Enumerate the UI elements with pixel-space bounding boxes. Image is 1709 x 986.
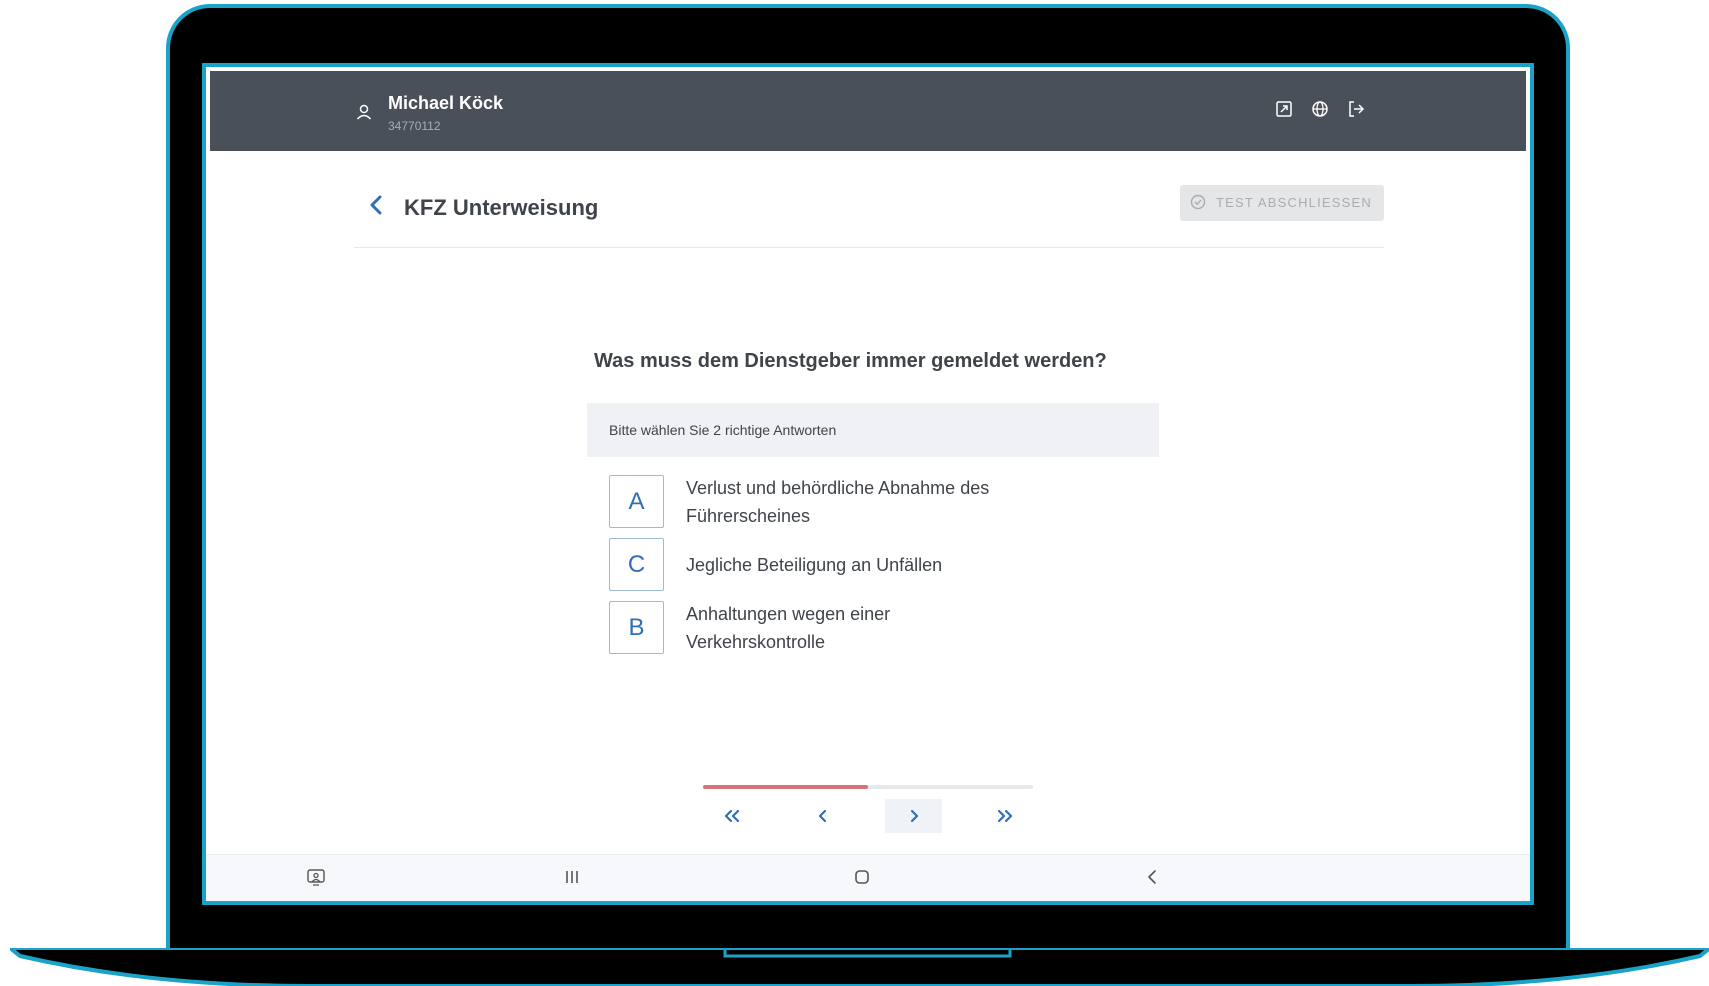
question-text: Was muss dem Dienstgeber immer gemeldet …	[594, 350, 1107, 372]
answer-text: Verlust und behördliche Abnahme des Führ…	[686, 477, 990, 526]
answer-hint: Bitte wählen Sie 2 richtige Antworten	[587, 403, 1159, 457]
top-bar: Michael Köck 34770112	[210, 71, 1526, 151]
answer-letter: C	[609, 538, 664, 591]
next-icon	[910, 809, 918, 823]
laptop-base	[10, 948, 1709, 986]
logout-icon[interactable]	[1346, 99, 1366, 119]
home-icon[interactable]	[852, 867, 872, 887]
tablet-screen: Michael Köck 34770112 KFZ Unterweisung T…	[202, 63, 1534, 905]
page-title: KFZ Unterweisung	[404, 195, 599, 220]
first-question-button[interactable]	[703, 799, 760, 833]
question-navigation	[703, 799, 1033, 839]
finish-test-button[interactable]: TEST ABSCHLIESSEN	[1180, 185, 1384, 221]
expand-icon[interactable]	[1274, 99, 1294, 119]
user-icon	[356, 104, 372, 120]
answer-text: Anhaltungen wegen einer Verkehrskontroll…	[686, 603, 891, 652]
next-question-button[interactable]	[885, 799, 942, 833]
answer-letter: A	[609, 475, 664, 528]
previous-question-button[interactable]	[794, 799, 851, 833]
previous-icon	[818, 809, 826, 823]
recent-apps-icon[interactable]	[562, 867, 582, 887]
last-page-icon	[997, 809, 1012, 823]
system-navigation-bar	[206, 854, 1530, 901]
answer-letter: B	[609, 601, 664, 654]
globe-icon[interactable]	[1310, 99, 1330, 119]
chevron-left-icon	[370, 195, 382, 215]
answer-option[interactable]: C Jegliche Beteiligung an Unfällen	[609, 536, 1149, 593]
answer-text: Jegliche Beteiligung an Unfällen	[686, 554, 943, 575]
system-back-icon[interactable]	[1142, 867, 1162, 887]
back-button[interactable]	[364, 191, 388, 219]
user-id: 34770112	[388, 119, 441, 133]
page-header: KFZ Unterweisung TEST ABSCHLIESSEN	[354, 177, 1384, 248]
last-question-button[interactable]	[976, 799, 1033, 833]
answer-list: A Verlust und behördliche Abnahme des Fü…	[609, 473, 1149, 662]
answer-option[interactable]: B Anhaltungen wegen einer Verkehrskontro…	[609, 599, 1149, 656]
user-name: Michael Köck	[388, 93, 504, 113]
answer-option[interactable]: A Verlust und behördliche Abnahme des Fü…	[609, 473, 1149, 530]
first-page-icon	[724, 809, 739, 823]
finish-test-label: TEST ABSCHLIESSEN	[1216, 195, 1372, 210]
progress-fill	[703, 785, 868, 789]
check-circle-icon	[1190, 194, 1206, 210]
screenshot-icon[interactable]	[306, 867, 326, 887]
progress-bar	[703, 785, 1033, 789]
